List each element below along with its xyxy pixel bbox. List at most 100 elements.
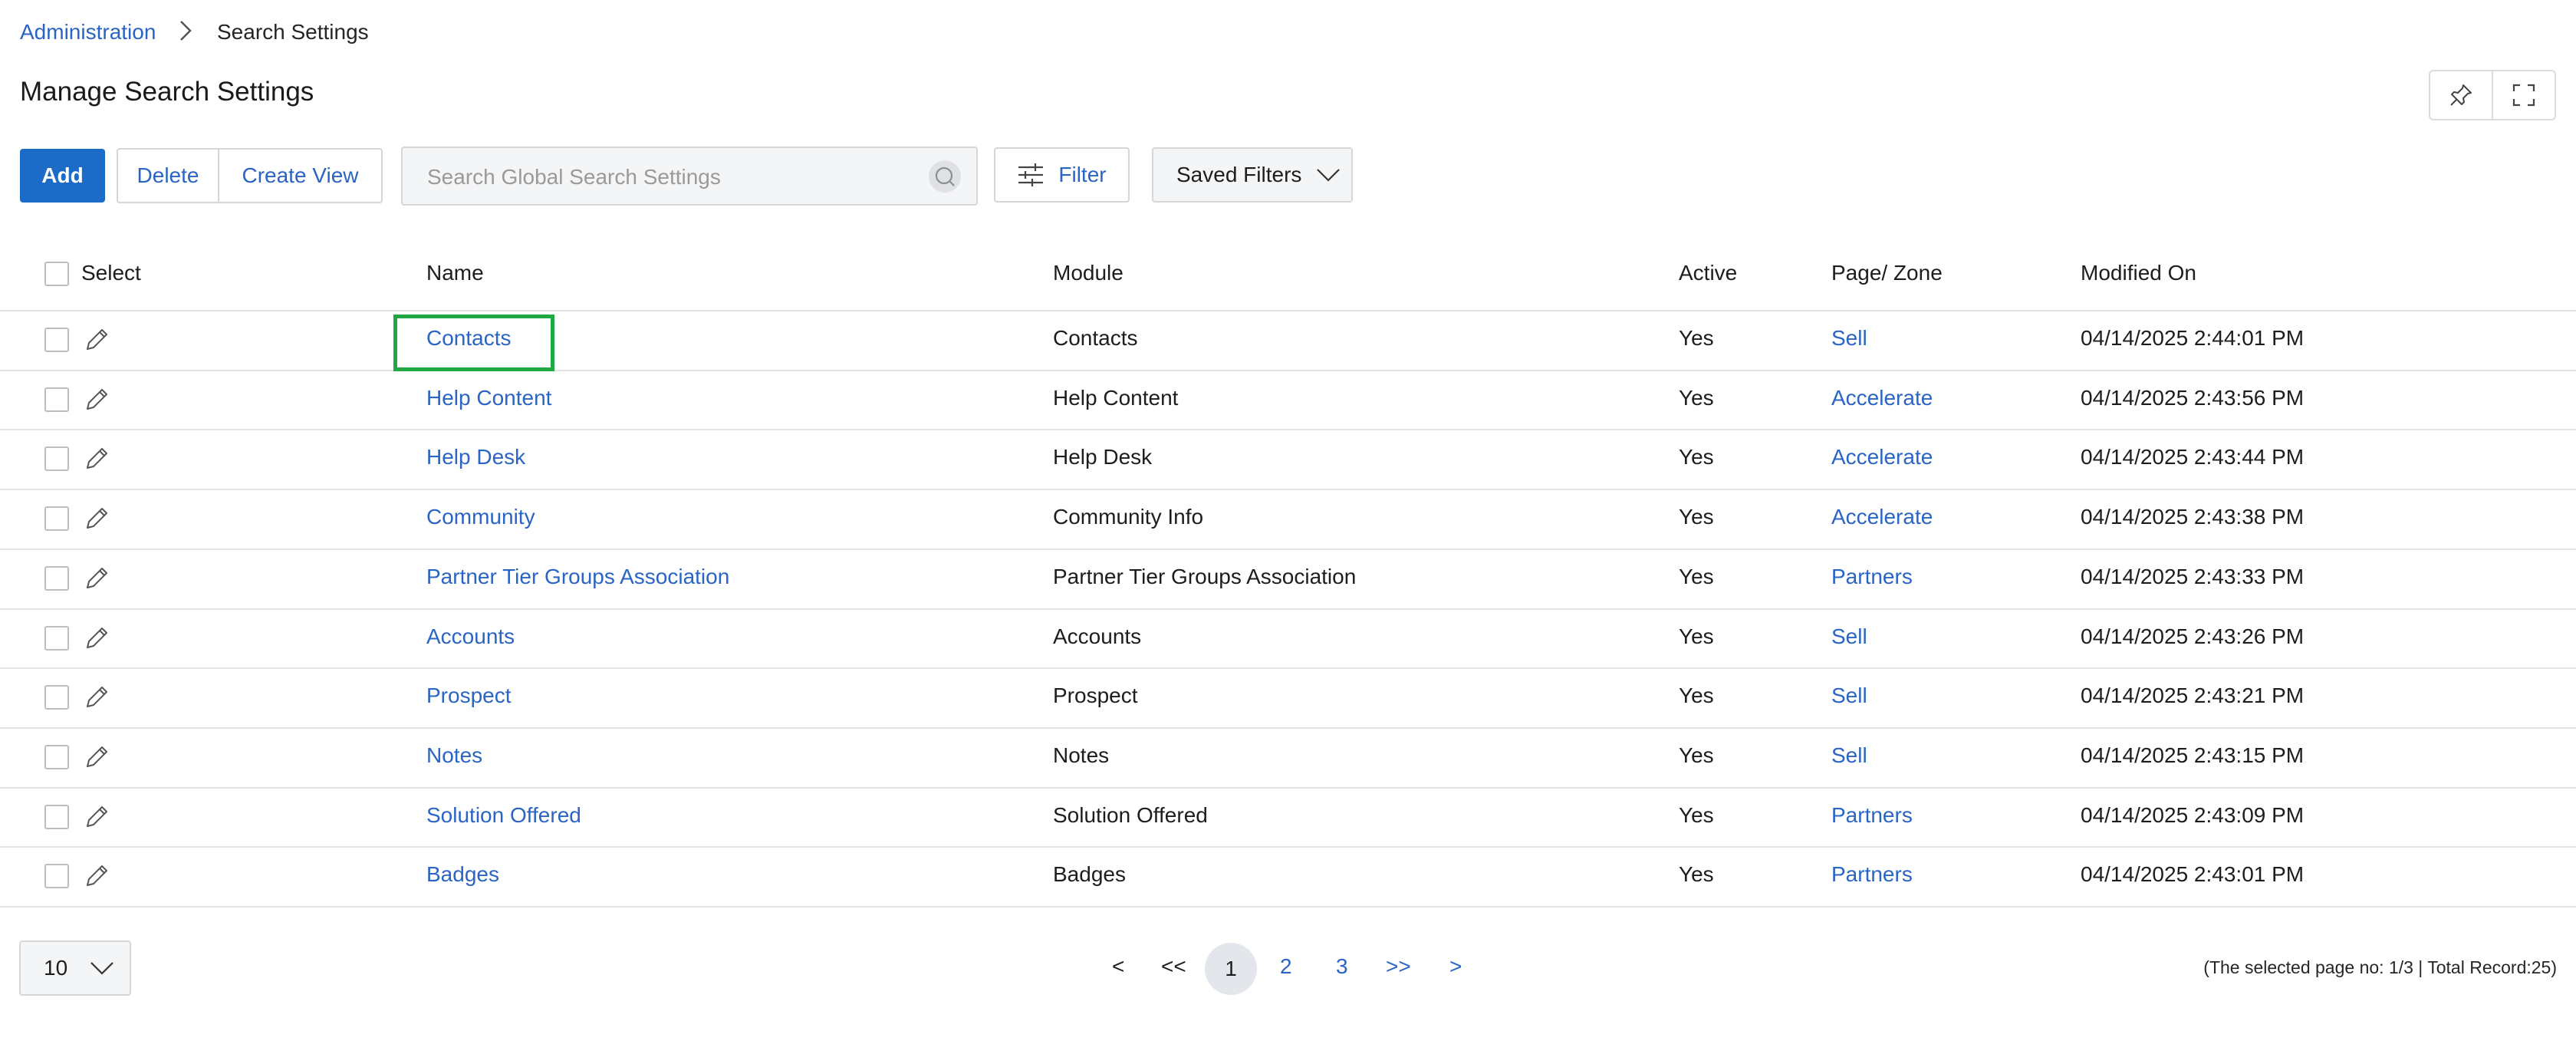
row-zone-link[interactable]: Sell <box>1831 684 1867 708</box>
row-zone-link[interactable]: Sell <box>1831 743 1867 768</box>
row-active: Yes <box>1679 862 1714 887</box>
edit-button[interactable] <box>83 326 110 354</box>
row-module: Help Content <box>1053 385 1179 410</box>
row-modified-on: 04/14/2025 2:43:09 PM <box>2081 802 2305 827</box>
row-modified-on: 04/14/2025 2:43:56 PM <box>2081 385 2305 410</box>
search-button[interactable] <box>929 160 961 193</box>
row-zone-link[interactable]: Partners <box>1831 565 1913 589</box>
pin-button[interactable] <box>2430 71 2492 119</box>
row-module: Prospect <box>1053 684 1138 708</box>
page-size-select[interactable]: 10 <box>19 940 131 996</box>
page-2-button[interactable]: 2 <box>1280 954 1292 979</box>
edit-button[interactable] <box>83 743 110 771</box>
row-modified-on: 04/14/2025 2:44:01 PM <box>2081 326 2305 350</box>
edit-button[interactable] <box>83 803 110 831</box>
header-divider <box>0 310 2576 311</box>
pencil-icon <box>87 805 107 827</box>
edit-button[interactable] <box>83 862 110 890</box>
header-active[interactable]: Active <box>1679 261 1737 285</box>
edit-button[interactable] <box>83 684 110 711</box>
row-active: Yes <box>1679 743 1714 767</box>
next-page-button[interactable]: > <box>1449 954 1462 979</box>
edit-button[interactable] <box>83 445 110 473</box>
page-3-button[interactable]: 3 <box>1336 954 1348 979</box>
row-divider <box>0 429 2576 430</box>
row-active: Yes <box>1679 624 1714 648</box>
row-divider <box>0 787 2576 789</box>
prev-page-button[interactable]: < <box>1112 954 1124 979</box>
delete-button[interactable]: Delete <box>118 150 218 202</box>
row-modified-on: 04/14/2025 2:43:44 PM <box>2081 445 2305 469</box>
search-input[interactable] <box>426 148 920 206</box>
edit-button[interactable] <box>83 505 110 532</box>
row-divider <box>0 727 2576 729</box>
row-zone-link[interactable]: Accelerate <box>1831 386 1933 410</box>
row-checkbox[interactable] <box>44 804 69 829</box>
chevron-down-icon <box>90 962 114 975</box>
row-name-link[interactable]: Partner Tier Groups Association <box>426 565 729 589</box>
row-name-link[interactable]: Prospect <box>426 684 512 708</box>
saved-filters-label: Saved Filters <box>1176 163 1302 186</box>
row-checkbox[interactable] <box>44 446 69 472</box>
row-module: Accounts <box>1053 624 1142 648</box>
header-modified-on[interactable]: Modified On <box>2081 261 2196 285</box>
fullscreen-button[interactable] <box>2492 71 2555 119</box>
edit-button[interactable] <box>83 624 110 652</box>
filter-button[interactable]: Filter <box>994 147 1130 203</box>
row-zone-link[interactable]: Sell <box>1831 326 1867 351</box>
fullscreen-icon <box>2512 84 2535 107</box>
row-name-link[interactable]: Help Desk <box>426 445 525 469</box>
header-page-zone[interactable]: Page/ Zone <box>1831 261 1943 285</box>
row-active: Yes <box>1679 564 1714 588</box>
row-zone-link[interactable]: Sell <box>1831 624 1867 649</box>
breadcrumb-current: Search Settings <box>217 20 369 44</box>
row-divider <box>0 608 2576 610</box>
row-name-link[interactable]: Solution Offered <box>426 803 581 828</box>
row-module: Community Info <box>1053 505 1204 529</box>
row-zone-link[interactable]: Partners <box>1831 803 1913 828</box>
create-view-button[interactable]: Create View <box>218 150 381 202</box>
row-name-link[interactable]: Accounts <box>426 624 515 649</box>
last-page-button[interactable]: >> <box>1386 954 1411 979</box>
row-zone-link[interactable]: Accelerate <box>1831 505 1933 529</box>
row-checkbox[interactable] <box>44 565 69 591</box>
row-checkbox[interactable] <box>44 685 69 710</box>
first-page-button[interactable]: << <box>1161 954 1186 979</box>
pencil-icon <box>87 746 107 767</box>
header-name[interactable]: Name <box>426 261 484 285</box>
pencil-icon <box>87 388 107 410</box>
row-active: Yes <box>1679 505 1714 529</box>
row-module: Badges <box>1053 862 1126 887</box>
add-button[interactable]: Add <box>20 149 105 203</box>
row-name-link[interactable]: Help Content <box>426 386 551 410</box>
row-checkbox[interactable] <box>44 744 69 769</box>
row-name-link[interactable]: Community <box>426 505 535 529</box>
row-zone-link[interactable]: Accelerate <box>1831 445 1933 469</box>
row-divider <box>0 548 2576 550</box>
pencil-icon <box>87 329 107 350</box>
focus-highlight <box>393 315 554 371</box>
row-modified-on: 04/14/2025 2:43:26 PM <box>2081 624 2305 648</box>
header-module[interactable]: Module <box>1053 261 1124 285</box>
search-box <box>401 147 978 206</box>
row-checkbox[interactable] <box>44 864 69 889</box>
row-name-link[interactable]: Notes <box>426 743 482 768</box>
row-name-link[interactable]: Badges <box>426 862 499 887</box>
row-checkbox[interactable] <box>44 328 69 352</box>
row-checkbox[interactable] <box>44 387 69 412</box>
row-zone-link[interactable]: Partners <box>1831 862 1913 887</box>
saved-filters-dropdown[interactable]: Saved Filters <box>1152 147 1353 203</box>
pencil-icon <box>87 687 107 708</box>
row-modified-on: 04/14/2025 2:43:21 PM <box>2081 684 2305 708</box>
edit-button[interactable] <box>83 565 110 592</box>
row-checkbox[interactable] <box>44 506 69 532</box>
page-1-button[interactable]: 1 <box>1205 943 1257 995</box>
pin-icon <box>2450 84 2472 106</box>
select-all-checkbox[interactable] <box>44 262 69 286</box>
row-module: Notes <box>1053 743 1110 767</box>
edit-button[interactable] <box>83 386 110 413</box>
breadcrumb-administration-link[interactable]: Administration <box>20 20 156 44</box>
row-modified-on: 04/14/2025 2:43:33 PM <box>2081 564 2305 588</box>
row-active: Yes <box>1679 326 1714 350</box>
row-checkbox[interactable] <box>44 625 69 651</box>
